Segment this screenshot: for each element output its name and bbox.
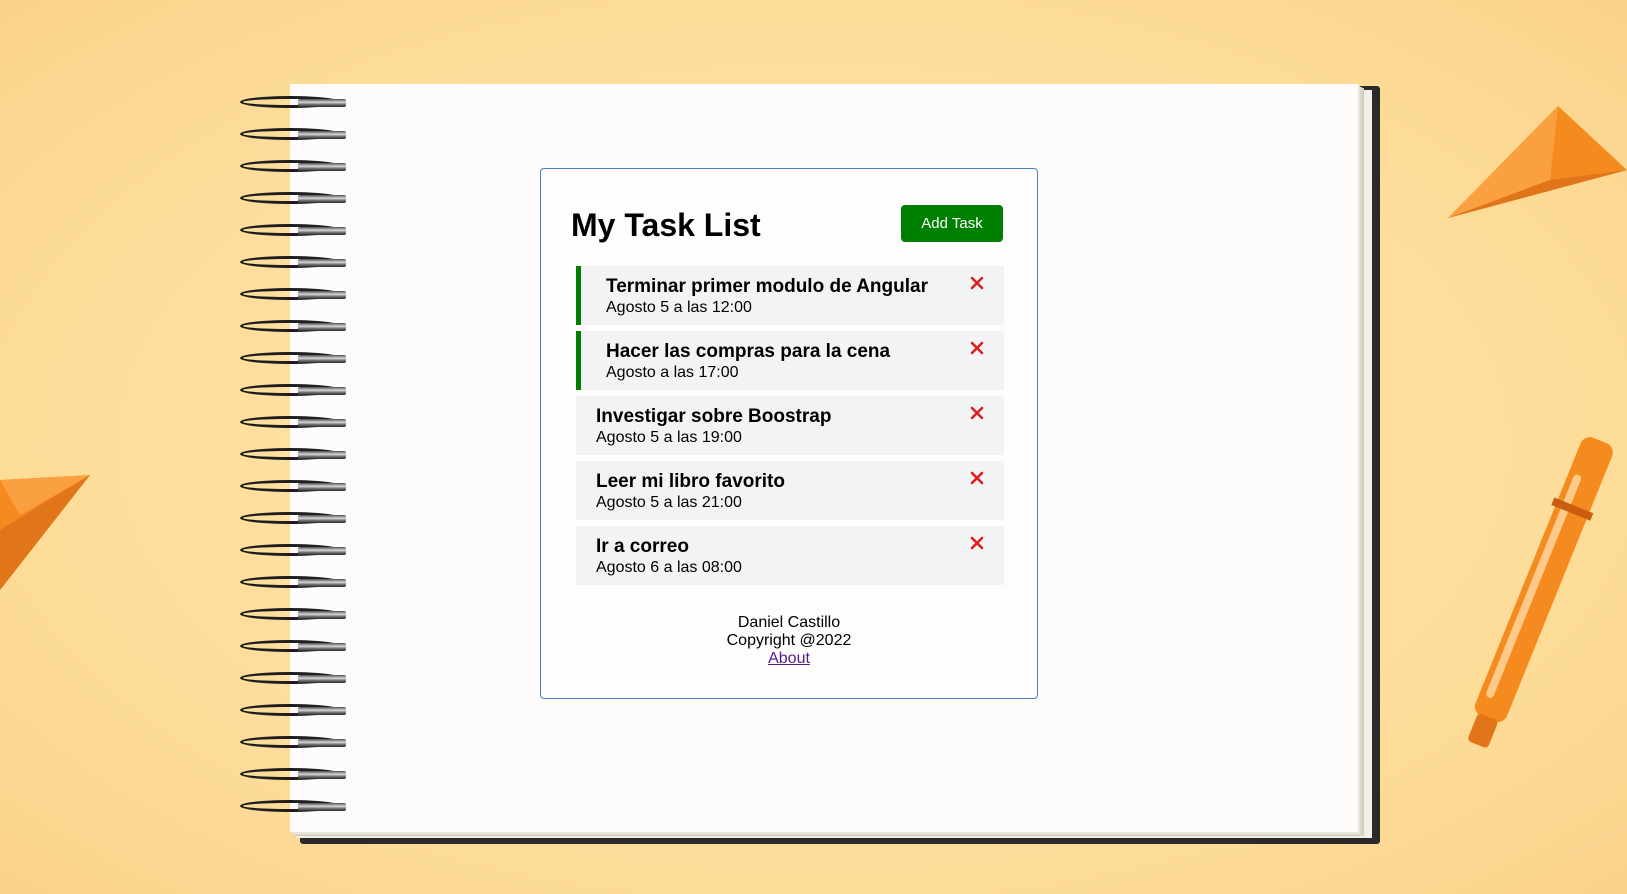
close-icon[interactable]	[970, 276, 984, 290]
close-icon[interactable]	[970, 536, 984, 550]
close-icon[interactable]	[970, 341, 984, 355]
spiral-ring	[240, 448, 348, 462]
add-task-button[interactable]: Add Task	[901, 205, 1003, 242]
spiral-ring	[240, 256, 348, 270]
task-day: Agosto a las 17:00	[606, 364, 739, 381]
task-day: Agosto 5 a las 12:00	[606, 299, 752, 316]
spiral-ring	[240, 480, 348, 494]
task-item[interactable]: Ir a correo Agosto 6 a las 08:00	[576, 526, 1004, 585]
marker-pen-decoration	[1468, 437, 1613, 748]
spiral-ring	[240, 192, 348, 206]
task-item[interactable]: Investigar sobre Boostrap Agosto 5 a las…	[576, 396, 1004, 455]
spiral-ring	[240, 800, 348, 814]
task-text: Terminar primer modulo de Angular	[606, 276, 928, 297]
spiral-ring	[240, 416, 348, 430]
close-icon[interactable]	[970, 471, 984, 485]
spiral-ring	[240, 544, 348, 558]
task-item[interactable]: Leer mi libro favorito Agosto 5 a las 21…	[576, 461, 1004, 520]
footer: Daniel Castillo Copyright @2022 About	[541, 614, 1037, 668]
task-text: Hacer las compras para la cena	[606, 341, 891, 362]
page-title: My Task List	[571, 207, 761, 243]
spiral-ring	[240, 768, 348, 782]
spiral-ring	[240, 352, 348, 366]
task-list: Terminar primer modulo de Angular Agosto…	[576, 266, 1004, 591]
spiral-ring	[240, 224, 348, 238]
task-text: Investigar sobre Boostrap	[596, 406, 832, 427]
spiral-ring	[240, 640, 348, 654]
task-day: Agosto 5 a las 19:00	[596, 429, 742, 446]
paper-plane-decoration	[0, 475, 90, 590]
task-day: Agosto 6 a las 08:00	[596, 559, 742, 576]
about-link[interactable]: About	[768, 650, 810, 667]
task-text: Leer mi libro favorito	[596, 471, 785, 492]
spiral-ring	[240, 576, 348, 590]
spiral-ring	[240, 160, 348, 174]
spiral-ring	[240, 384, 348, 398]
spiral-ring	[240, 288, 348, 302]
spiral-ring	[240, 512, 348, 526]
notebook-spiral	[240, 96, 350, 836]
paper-plane-decoration	[1448, 106, 1627, 218]
spiral-ring	[240, 320, 348, 334]
spiral-ring	[240, 128, 348, 142]
spiral-ring	[240, 704, 348, 718]
task-header: My Task List Add Task	[571, 205, 1003, 245]
task-card: My Task List Add Task Terminar primer mo…	[540, 168, 1038, 699]
task-item[interactable]: Terminar primer modulo de Angular Agosto…	[576, 266, 1004, 325]
spiral-ring	[240, 96, 348, 110]
task-item[interactable]: Hacer las compras para la cena Agosto a …	[576, 331, 1004, 390]
task-text: Ir a correo	[596, 536, 689, 557]
close-icon[interactable]	[970, 406, 984, 420]
spiral-ring	[240, 736, 348, 750]
spiral-ring	[240, 608, 348, 622]
footer-author: Daniel Castillo	[737, 614, 841, 631]
spiral-ring	[240, 672, 348, 686]
task-day: Agosto 5 a las 21:00	[596, 494, 742, 511]
footer-copyright: Copyright @2022	[726, 632, 852, 649]
